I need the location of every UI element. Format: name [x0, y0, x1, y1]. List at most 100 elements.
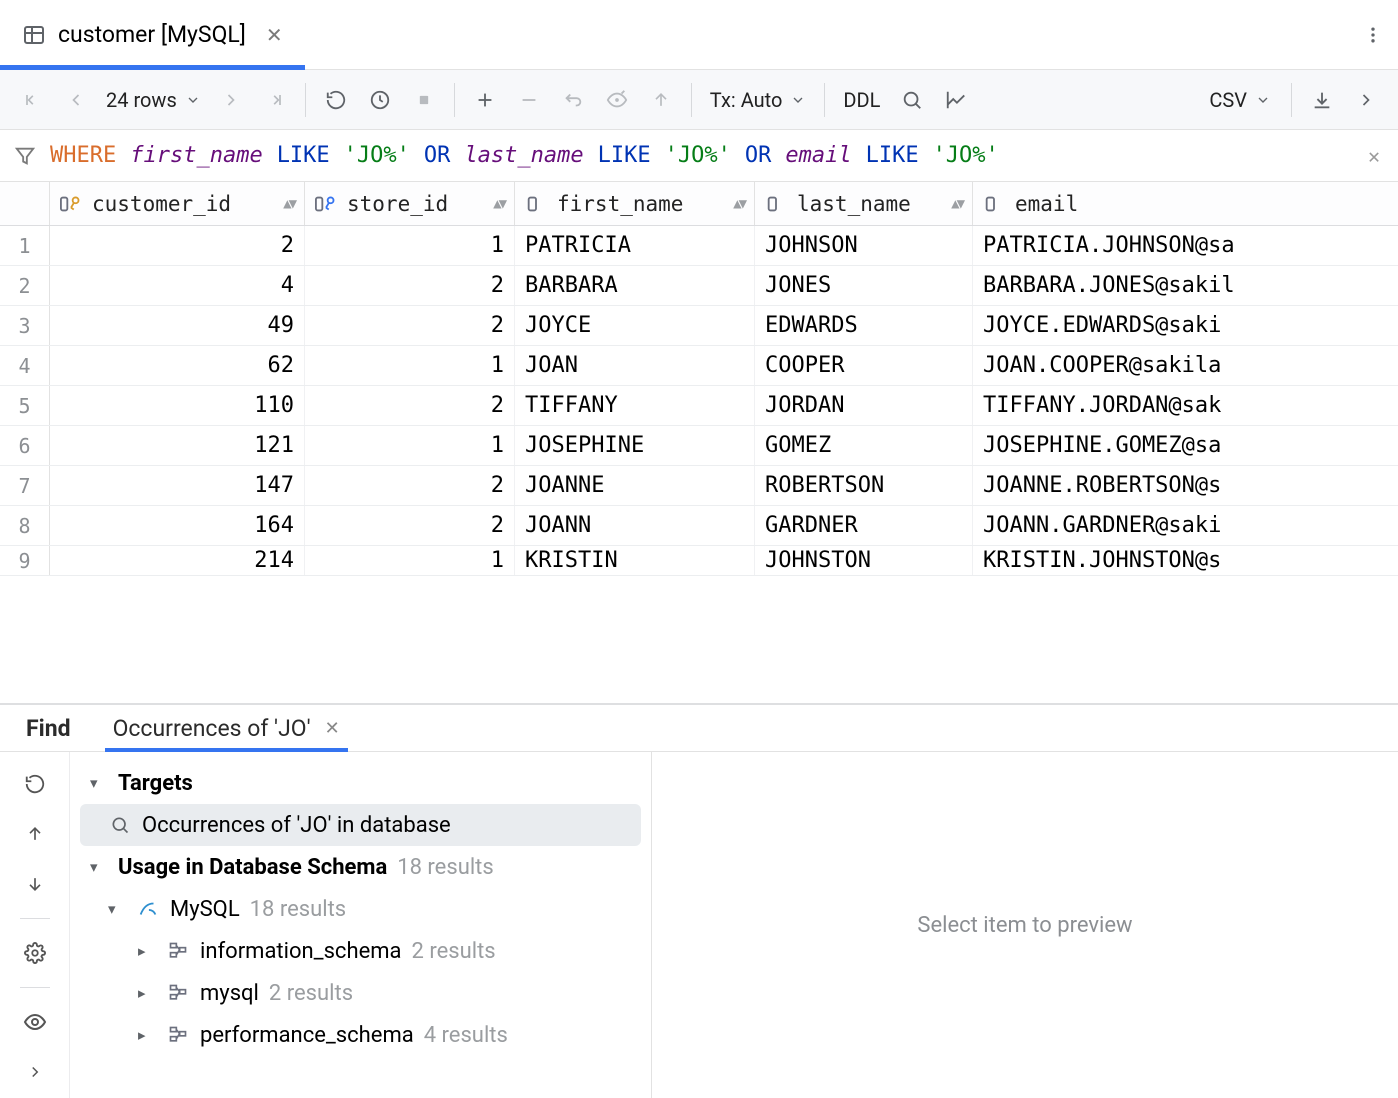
- cell-email[interactable]: JOANNE.ROBERTSON@s: [973, 466, 1398, 505]
- reload-button[interactable]: [314, 78, 358, 122]
- cell-first-name[interactable]: JOYCE: [515, 306, 755, 345]
- cell-first-name[interactable]: KRISTIN: [515, 546, 755, 575]
- cell-first-name[interactable]: BARBARA: [515, 266, 755, 305]
- next-page-button[interactable]: [209, 78, 253, 122]
- tree-performance-schema[interactable]: ▸ performance_schema 4 results: [80, 1014, 641, 1056]
- find-settings-button[interactable]: [15, 933, 55, 973]
- cell-first-name[interactable]: JOANN: [515, 506, 755, 545]
- table-row[interactable]: 81642JOANNGARDNERJOANN.GARDNER@saki: [0, 506, 1398, 546]
- cell-first-name[interactable]: TIFFANY: [515, 386, 755, 425]
- cell-customer-id[interactable]: 49: [50, 306, 305, 345]
- stop-button[interactable]: [402, 78, 446, 122]
- cell-last-name[interactable]: JORDAN: [755, 386, 973, 425]
- cell-customer-id[interactable]: 62: [50, 346, 305, 385]
- cell-store-id[interactable]: 2: [305, 266, 515, 305]
- tx-mode-dropdown[interactable]: Tx: Auto: [700, 88, 817, 112]
- cell-first-name[interactable]: JOAN: [515, 346, 755, 385]
- cell-store-id[interactable]: 1: [305, 226, 515, 265]
- cell-email[interactable]: JOSEPHINE.GOMEZ@sa: [973, 426, 1398, 465]
- tree-targets[interactable]: ▾ Targets: [80, 762, 641, 804]
- next-occurrence-button[interactable]: [15, 864, 55, 904]
- cell-email[interactable]: TIFFANY.JORDAN@sak: [973, 386, 1398, 425]
- cell-last-name[interactable]: EDWARDS: [755, 306, 973, 345]
- cell-customer-id[interactable]: 164: [50, 506, 305, 545]
- tree-mysql-schema[interactable]: ▸ mysql 2 results: [80, 972, 641, 1014]
- col-customer-id[interactable]: customer_id ▲▼: [50, 182, 305, 225]
- cell-customer-id[interactable]: 121: [50, 426, 305, 465]
- cell-email[interactable]: JOYCE.EDWARDS@saki: [973, 306, 1398, 345]
- filter-bar[interactable]: WHERE first_name LIKE 'JO%' OR last_name…: [0, 130, 1398, 182]
- preview-toggle-button[interactable]: [15, 1002, 55, 1042]
- rerun-search-button[interactable]: [15, 764, 55, 804]
- cell-first-name[interactable]: PATRICIA: [515, 226, 755, 265]
- cell-store-id[interactable]: 2: [305, 506, 515, 545]
- row-count-dropdown[interactable]: 24 rows: [98, 88, 209, 112]
- prev-occurrence-button[interactable]: [15, 814, 55, 854]
- find-tab-occurrences[interactable]: Occurrences of 'JO' ✕: [107, 705, 346, 751]
- tree-mysql[interactable]: ▾ MySQL 18 results: [80, 888, 641, 930]
- cell-last-name[interactable]: GOMEZ: [755, 426, 973, 465]
- cell-store-id[interactable]: 1: [305, 426, 515, 465]
- cell-email[interactable]: JOANN.GARDNER@saki: [973, 506, 1398, 545]
- ddl-button[interactable]: DDL: [833, 88, 890, 112]
- cell-store-id[interactable]: 2: [305, 306, 515, 345]
- cell-customer-id[interactable]: 2: [50, 226, 305, 265]
- submit-button[interactable]: [639, 78, 683, 122]
- export-format-dropdown[interactable]: CSV: [1197, 88, 1283, 112]
- table-row[interactable]: 4621JOANCOOPERJOAN.COOPER@sakila: [0, 346, 1398, 386]
- table-row[interactable]: 71472JOANNEROBERTSONJOANNE.ROBERTSON@s: [0, 466, 1398, 506]
- expand-toolbar-button[interactable]: [1344, 78, 1388, 122]
- cell-store-id[interactable]: 2: [305, 386, 515, 425]
- col-last-name[interactable]: last_name ▲▼: [755, 182, 973, 225]
- table-row[interactable]: 61211JOSEPHINEGOMEZJOSEPHINE.GOMEZ@sa: [0, 426, 1398, 466]
- chart-button[interactable]: [934, 78, 978, 122]
- tree-occurrence-item[interactable]: Occurrences of 'JO' in database: [80, 804, 641, 846]
- cell-first-name[interactable]: JOANNE: [515, 466, 755, 505]
- table-row[interactable]: 51102TIFFANYJORDANTIFFANY.JORDAN@sak: [0, 386, 1398, 426]
- cell-first-name[interactable]: JOSEPHINE: [515, 426, 755, 465]
- cell-customer-id[interactable]: 214: [50, 546, 305, 575]
- tree-usage-header[interactable]: ▾ Usage in Database Schema 18 results: [80, 846, 641, 888]
- find-tab-find[interactable]: Find: [20, 705, 77, 751]
- cell-email[interactable]: BARBARA.JONES@sakil: [973, 266, 1398, 305]
- cell-last-name[interactable]: ROBERTSON: [755, 466, 973, 505]
- cell-store-id[interactable]: 2: [305, 466, 515, 505]
- cell-customer-id[interactable]: 147: [50, 466, 305, 505]
- cell-customer-id[interactable]: 4: [50, 266, 305, 305]
- col-first-name[interactable]: first_name ▲▼: [515, 182, 755, 225]
- col-email[interactable]: email: [973, 182, 1398, 225]
- close-tab-icon[interactable]: ✕: [325, 718, 340, 739]
- table-row[interactable]: 121PATRICIAJOHNSONPATRICIA.JOHNSON@sa: [0, 226, 1398, 266]
- cell-email[interactable]: KRISTIN.JOHNSTON@s: [973, 546, 1398, 575]
- last-page-button[interactable]: [253, 78, 297, 122]
- cell-last-name[interactable]: COOPER: [755, 346, 973, 385]
- add-row-button[interactable]: [463, 78, 507, 122]
- revert-button[interactable]: [551, 78, 595, 122]
- close-tab-icon[interactable]: ✕: [266, 23, 283, 47]
- cell-store-id[interactable]: 1: [305, 346, 515, 385]
- expand-panel-button[interactable]: [15, 1052, 55, 1092]
- prev-page-button[interactable]: [54, 78, 98, 122]
- table-row[interactable]: 92141KRISTINJOHNSTONKRISTIN.JOHNSTON@s: [0, 546, 1398, 576]
- first-page-button[interactable]: [10, 78, 54, 122]
- filter-close-icon[interactable]: ✕: [1364, 144, 1384, 168]
- cell-last-name[interactable]: JONES: [755, 266, 973, 305]
- cell-email[interactable]: JOAN.COOPER@sakila: [973, 346, 1398, 385]
- tab-more-button[interactable]: [1348, 0, 1398, 69]
- cell-last-name[interactable]: JOHNSTON: [755, 546, 973, 575]
- download-button[interactable]: [1300, 78, 1344, 122]
- tree-information-schema[interactable]: ▸ information_schema 2 results: [80, 930, 641, 972]
- cell-customer-id[interactable]: 110: [50, 386, 305, 425]
- cell-last-name[interactable]: GARDNER: [755, 506, 973, 545]
- cell-store-id[interactable]: 1: [305, 546, 515, 575]
- delete-row-button[interactable]: [507, 78, 551, 122]
- history-button[interactable]: [358, 78, 402, 122]
- cell-email[interactable]: PATRICIA.JOHNSON@sa: [973, 226, 1398, 265]
- preview-changes-button[interactable]: [595, 78, 639, 122]
- table-row[interactable]: 3492JOYCEEDWARDSJOYCE.EDWARDS@saki: [0, 306, 1398, 346]
- tab-customer[interactable]: customer [MySQL] ✕: [0, 0, 305, 69]
- cell-last-name[interactable]: JOHNSON: [755, 226, 973, 265]
- table-row[interactable]: 242BARBARAJONESBARBARA.JONES@sakil: [0, 266, 1398, 306]
- col-store-id[interactable]: store_id ▲▼: [305, 182, 515, 225]
- search-button[interactable]: [890, 78, 934, 122]
